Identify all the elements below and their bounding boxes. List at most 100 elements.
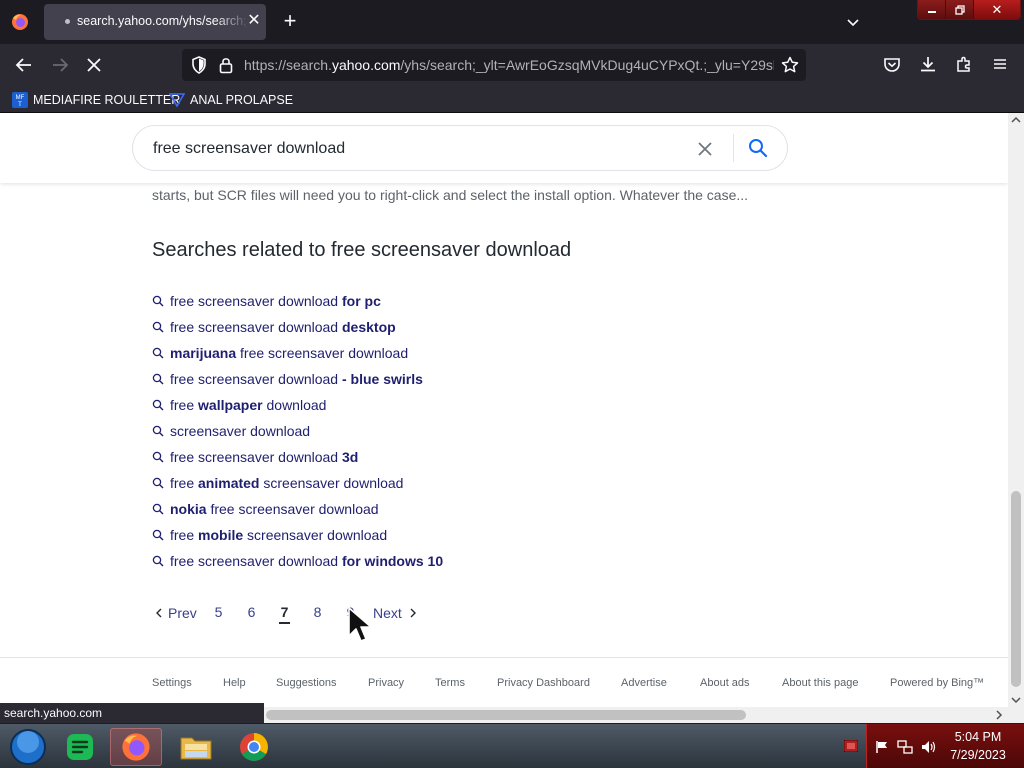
footer-advertise-link[interactable]: Advertise — [621, 677, 667, 689]
magnifier-icon — [152, 347, 164, 359]
bookmarks-toolbar: MF T MEDIAFIRE ROULETTER ANAL PROLAPSE — [0, 86, 1024, 113]
related-search-link[interactable]: free mobile screensaver download — [170, 527, 387, 543]
related-search-item: free animated screensaver download — [152, 470, 652, 496]
firefox-icon[interactable] — [10, 12, 30, 32]
footer-help-link[interactable]: Help — [223, 677, 246, 689]
related-search-link[interactable]: nokia free screensaver download — [170, 501, 379, 517]
pocket-icon[interactable] — [882, 55, 902, 75]
magnifier-icon — [152, 555, 164, 567]
prev-page-link[interactable]: Prev — [152, 605, 202, 621]
start-button[interactable] — [2, 728, 54, 766]
related-searches-heading: Searches related to free screensaver dow… — [152, 239, 572, 261]
back-arrow-icon[interactable] — [14, 55, 34, 75]
next-page-link[interactable]: Next — [373, 605, 416, 621]
search-divider — [733, 134, 734, 162]
restore-button[interactable] — [945, 0, 973, 19]
scroll-right-arrow-icon[interactable] — [994, 710, 1004, 720]
close-window-button[interactable]: ✕ — [972, 0, 1020, 19]
footer-settings-link[interactable]: Settings — [152, 677, 192, 689]
page-5-link[interactable]: 5 — [202, 601, 235, 625]
new-tab-plus-icon[interactable]: + — [280, 10, 300, 32]
bookmark-mediafire-rouletter[interactable]: MF T MEDIAFIRE ROULETTER — [12, 90, 180, 109]
tab-close-icon[interactable]: ✕ — [246, 13, 262, 29]
bookmark-label: MEDIAFIRE ROULETTER — [33, 92, 181, 107]
browser-tab-bar: search.yahoo.com/yhs/search;_ylt=AwrEoGz… — [0, 0, 1024, 44]
scroll-down-arrow-icon[interactable] — [1011, 695, 1021, 705]
bookmark-label: ANAL PROLAPSE — [190, 92, 294, 107]
lock-icon[interactable] — [216, 55, 236, 75]
minimize-button[interactable] — [918, 0, 946, 19]
start-orb-icon — [10, 729, 46, 765]
related-search-link[interactable]: free screensaver download desktop — [170, 319, 396, 335]
tab-active[interactable]: search.yahoo.com/yhs/search;_ylt=AwrEoGz… — [44, 4, 266, 40]
related-search-link[interactable]: free screensaver download for pc — [170, 293, 381, 309]
footer-powered-by-bing[interactable]: Powered by Bing™ — [890, 677, 984, 689]
related-search-link[interactable]: screensaver download — [170, 423, 310, 439]
related-search-item: free screensaver download - blue swirls — [152, 366, 652, 392]
footer-privacy-dashboard-link[interactable]: Privacy Dashboard — [497, 677, 590, 689]
related-search-link[interactable]: free wallpaper download — [170, 397, 326, 413]
svg-text:T: T — [18, 102, 22, 108]
show-hidden-icons-icon[interactable] — [844, 740, 858, 752]
related-search-item: marijuana free screensaver download — [152, 340, 652, 366]
url-host: yahoo.com — [331, 57, 401, 73]
scroll-up-arrow-icon[interactable] — [1011, 115, 1021, 125]
tracking-protection-shield-icon[interactable] — [189, 55, 209, 75]
bookmark-anal-prolapse[interactable]: ANAL PROLAPSE — [169, 90, 293, 109]
magnifier-icon — [152, 425, 164, 437]
vertical-scrollbar[interactable] — [1008, 113, 1024, 707]
tab-loading-dot-icon — [65, 19, 70, 24]
taskbar-file-explorer[interactable] — [170, 728, 222, 766]
network-icon[interactable] — [897, 739, 913, 755]
bookmark-star-icon[interactable] — [780, 55, 800, 75]
related-search-link[interactable]: marijuana free screensaver download — [170, 345, 408, 361]
footer-terms-link[interactable]: Terms — [435, 677, 465, 689]
footer-about-ads-link[interactable]: About ads — [700, 677, 750, 689]
related-search-item: nokia free screensaver download — [152, 496, 652, 522]
search-input[interactable] — [153, 139, 673, 159]
horizontal-scrollbar[interactable] — [264, 707, 1008, 723]
related-search-item: free screensaver download desktop — [152, 314, 652, 340]
system-tray: 5:04 PM 7/29/2023 — [866, 724, 1024, 768]
svg-text:MF: MF — [16, 95, 25, 101]
clock-date: 7/29/2023 — [950, 748, 1006, 762]
related-search-link[interactable]: free screensaver download - blue swirls — [170, 371, 423, 387]
taskbar-chrome[interactable] — [228, 728, 280, 766]
chevron-left-icon — [156, 608, 162, 618]
footer-about-page-link[interactable]: About this page — [782, 677, 858, 689]
footer-suggestions-link[interactable]: Suggestions — [276, 677, 337, 689]
related-search-link[interactable]: free animated screensaver download — [170, 475, 403, 491]
downloads-icon[interactable] — [918, 54, 938, 74]
notes-app-icon — [67, 734, 93, 760]
taskbar-firefox[interactable] — [110, 728, 162, 766]
extensions-puzzle-icon[interactable] — [954, 54, 974, 74]
clock-time: 5:04 PM — [954, 730, 1002, 744]
clock[interactable]: 5:04 PM 7/29/2023 — [933, 728, 1023, 764]
taskbar-notes-app[interactable] — [54, 728, 106, 766]
browser-nav-bar: https://search.yahoo.com/yhs/search;_ylt… — [0, 44, 1024, 86]
footer-privacy-link[interactable]: Privacy — [368, 677, 404, 689]
list-all-tabs-chevron-icon[interactable] — [845, 14, 861, 30]
horizontal-scroll-thumb[interactable] — [266, 710, 746, 720]
stop-loading-icon[interactable] — [84, 55, 104, 75]
search-icon[interactable] — [747, 137, 769, 159]
forward-arrow-icon[interactable] — [50, 55, 70, 75]
address-bar[interactable]: https://search.yahoo.com/yhs/search;_ylt… — [182, 49, 806, 81]
vertical-scroll-thumb[interactable] — [1011, 491, 1021, 687]
search-box — [132, 125, 788, 171]
desktop-screen: search.yahoo.com/yhs/search;_ylt=AwrEoGz… — [0, 0, 1024, 768]
action-center-flag-icon[interactable] — [875, 740, 889, 754]
related-searches-list: free screensaver download for pc free sc… — [152, 288, 652, 574]
related-search-link[interactable]: free screensaver download 3d — [170, 449, 358, 465]
bookmark-page-icon — [169, 92, 185, 107]
hamburger-menu-icon[interactable] — [990, 54, 1010, 74]
magnifier-icon — [152, 373, 164, 385]
magnifier-icon — [152, 477, 164, 489]
clear-search-icon[interactable] — [695, 139, 715, 159]
page-8-link[interactable]: 8 — [301, 601, 334, 625]
page-6-link[interactable]: 6 — [235, 601, 268, 625]
related-search-item: free screensaver download for windows 10 — [152, 548, 652, 574]
page-footer: Settings Help Suggestions Privacy Terms … — [0, 657, 1008, 707]
related-search-link[interactable]: free screensaver download for windows 10 — [170, 553, 443, 569]
folder-icon — [180, 737, 212, 760]
